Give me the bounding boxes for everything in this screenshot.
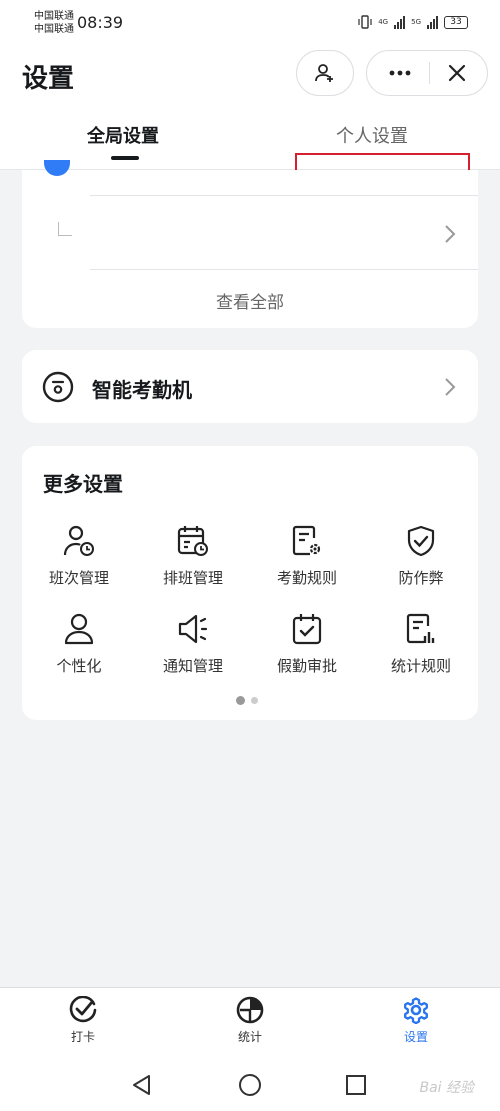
more-settings-title: 更多设置 — [43, 472, 123, 496]
grid-item-label: 通知管理 — [162, 657, 223, 675]
close-icon[interactable] — [448, 64, 466, 82]
nav-settings[interactable]: 设置 — [376, 996, 456, 1045]
grid-item-shift-management[interactable]: 班次管理 — [22, 524, 136, 588]
page-dot — [251, 697, 258, 704]
page-indicator — [236, 696, 258, 705]
tab-personal-settings[interactable]: 个人设置 — [336, 122, 408, 148]
vibrate-icon — [358, 15, 372, 29]
status-bar: 中国联通 中国联通 08:39 4G 5G 33 — [0, 0, 500, 48]
network-type-2: 5G — [411, 17, 421, 26]
grid-item-label: 排班管理 — [162, 569, 223, 587]
attendance-group-card: 查看全部 — [22, 160, 478, 328]
capsule-menu — [366, 50, 488, 96]
grid-item-anti-cheat[interactable]: 防作弊 — [364, 524, 478, 588]
page-title: 设置 — [22, 64, 75, 94]
chevron-right-icon[interactable] — [444, 224, 456, 244]
divider — [90, 195, 478, 196]
nav-label: 统计 — [237, 1030, 262, 1044]
notification-icon — [178, 614, 208, 644]
group-avatar — [44, 160, 70, 176]
statistics-icon — [236, 996, 264, 1024]
add-member-button[interactable] — [296, 50, 354, 96]
tree-branch-icon — [58, 222, 72, 236]
grid-item-label: 防作弊 — [398, 569, 444, 587]
recents-icon[interactable] — [345, 1074, 367, 1096]
grid-item-schedule-management[interactable]: 排班管理 — [136, 524, 250, 588]
attendance-machine-icon — [42, 371, 74, 403]
grid-item-label: 班次管理 — [48, 569, 109, 587]
chevron-right-icon — [445, 378, 456, 396]
grid-item-label: 假勤审批 — [276, 657, 337, 675]
carrier-names: 中国联通 中国联通 — [34, 11, 74, 35]
nav-label: 设置 — [403, 1030, 428, 1044]
grid-item-notification-management[interactable]: 通知管理 — [136, 612, 250, 676]
smart-attendance-machine-row[interactable]: 智能考勤机 — [22, 350, 478, 423]
nav-check-in[interactable]: 打卡 — [43, 996, 123, 1045]
gear-icon — [404, 997, 428, 1024]
page-dot-active — [236, 696, 245, 705]
grid-item-label: 个性化 — [56, 657, 102, 675]
smart-attendance-machine-label: 智能考勤机 — [92, 378, 192, 402]
signal-icon — [427, 15, 438, 29]
system-navigation-bar: Bai 经验 — [0, 1059, 500, 1111]
grid-item-label: 考勤规则 — [276, 569, 337, 587]
nav-label: 打卡 — [70, 1030, 95, 1044]
divider — [90, 269, 478, 270]
more-settings-card: 更多设置 班次管理 排班管理 考勤规则 防作弊 个性化 通知管理 假勤审批 统计… — [22, 446, 478, 720]
active-tab-indicator — [111, 156, 139, 160]
grid-item-leave-approval[interactable]: 假勤审批 — [250, 612, 364, 676]
check-in-icon — [69, 996, 97, 1023]
status-indicators: 4G 5G 33 — [358, 15, 468, 29]
leave-approval-icon — [292, 614, 322, 645]
battery-icon: 33 — [444, 15, 468, 29]
tab-global-settings[interactable]: 全局设置 — [87, 122, 159, 148]
signal-icon — [394, 15, 406, 29]
schedule-management-icon — [177, 526, 208, 556]
add-user-icon — [315, 64, 333, 82]
personalize-icon — [64, 613, 94, 645]
home-icon[interactable] — [238, 1073, 262, 1097]
attendance-rules-icon — [292, 525, 321, 556]
status-time: 08:39 — [77, 13, 124, 32]
grid-item-statistics-rules[interactable]: 统计规则 — [364, 612, 478, 676]
back-icon[interactable] — [131, 1074, 153, 1096]
nav-statistics[interactable]: 统计 — [210, 996, 290, 1045]
view-all-link[interactable]: 查看全部 — [22, 288, 478, 313]
more-icon[interactable] — [389, 70, 411, 76]
bottom-nav: 打卡 统计 设置 — [0, 987, 500, 1059]
statistics-rules-icon — [406, 613, 435, 644]
anti-cheat-icon — [407, 525, 435, 557]
capsule-divider — [428, 62, 430, 84]
network-type-1: 4G — [378, 17, 389, 26]
grid-item-label: 统计规则 — [390, 657, 451, 675]
page-header: 设置 全局设置 个人设置 — [0, 48, 500, 220]
shift-management-icon — [63, 525, 94, 556]
watermark: Bai 经验 — [419, 1080, 474, 1096]
grid-item-attendance-rules[interactable]: 考勤规则 — [250, 524, 364, 588]
grid-item-personalize[interactable]: 个性化 — [22, 612, 136, 676]
